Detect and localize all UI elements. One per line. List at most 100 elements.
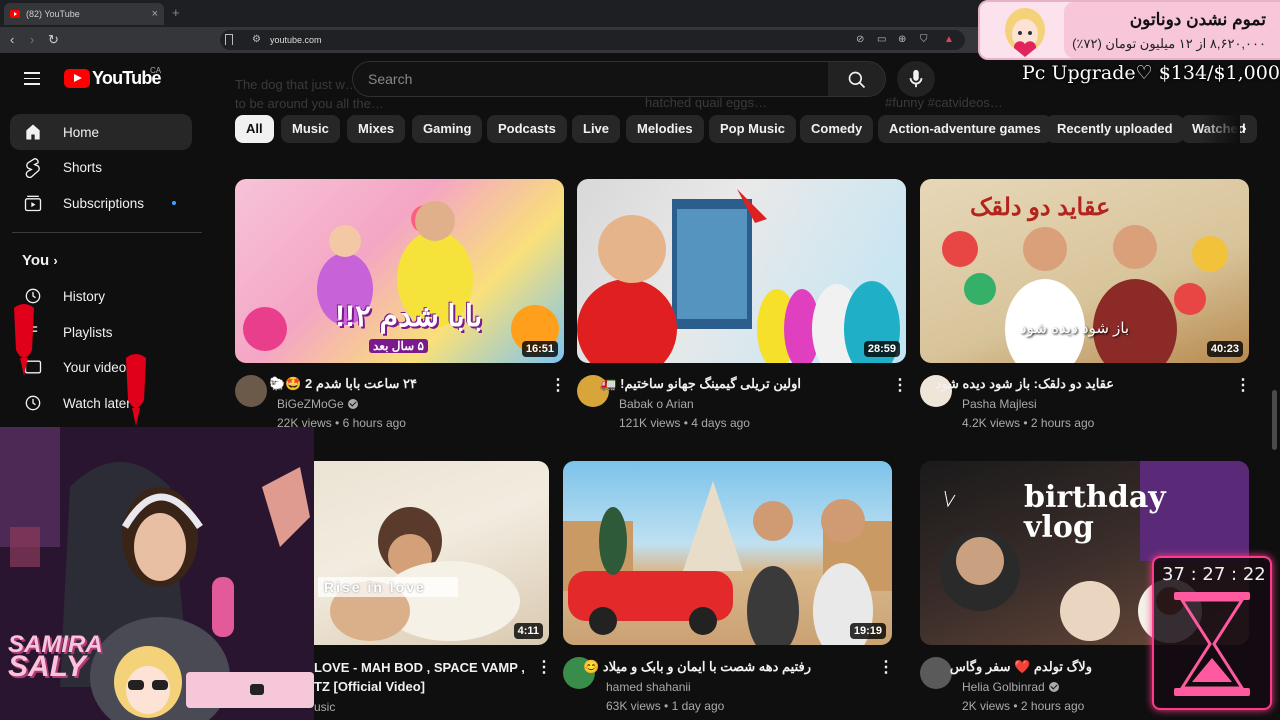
back-icon[interactable]: ‹: [10, 32, 14, 48]
video-title[interactable]: ۲۴ ساعت بابا شدم 2 🤩🐑: [269, 376, 417, 392]
video-title[interactable]: اولین تریلی گیمینگ جهانو ساختیم! 🚛: [600, 376, 801, 392]
shield-icon[interactable]: ⛉: [920, 34, 928, 45]
cast-icon[interactable]: ▭: [877, 34, 886, 45]
sidebar-item-label: Subscriptions: [63, 195, 145, 211]
video-duration: 4:11: [513, 623, 543, 639]
chip-live[interactable]: Live: [572, 115, 621, 143]
donation-title: تموم نشدن دوناتون: [1129, 10, 1266, 29]
webcam-panel: [186, 672, 314, 708]
sidebar-divider: [12, 232, 202, 233]
video-title[interactable]: LOVE - MAH BOD , SPACE VAMP ,: [314, 660, 525, 675]
video-meta: 63K views • 1 day ago: [606, 699, 725, 713]
chip-comedy[interactable]: Comedy: [800, 115, 874, 143]
sidebar-item-shorts[interactable]: Shorts: [10, 149, 192, 185]
channel-name[interactable]: Helia Golbinrad: [962, 680, 1059, 694]
thumbnail-text: عقاید دو دلقک: [970, 194, 1111, 221]
sidebar-item-subscriptions[interactable]: Subscriptions: [10, 185, 192, 221]
thumbnail-art: [577, 189, 900, 363]
bookmark-icon[interactable]: [225, 34, 233, 45]
donation-goal-overlay: تموم نشدن دوناتون ۸,۶۲۰,۰۰۰ از ۱۲ میلیون…: [978, 0, 1280, 60]
youtube-play-icon: [64, 69, 90, 88]
verified-icon: [347, 399, 358, 409]
youtube-favicon-icon: [10, 10, 20, 18]
hourglass-icon: [1174, 592, 1250, 696]
channel-avatar[interactable]: [920, 657, 952, 689]
video-meta: 2K views • 2 hours ago: [962, 699, 1085, 713]
video-meta: 4.2K views • 2 hours ago: [962, 416, 1095, 430]
thumbnail-subtext: ۵ سال بعد: [369, 339, 428, 353]
tab-close-button[interactable]: ×: [152, 8, 158, 20]
chip-action-adventure[interactable]: Action-adventure games: [878, 115, 1052, 143]
watch-later-icon: [21, 391, 45, 415]
thumbnail-text: birthday vlog: [1024, 480, 1166, 545]
chip-gaming[interactable]: Gaming: [412, 115, 483, 143]
streamer-avatar-icon: [114, 646, 182, 718]
address-url[interactable]: youtube.com: [270, 35, 322, 45]
more-options-icon[interactable]: ⋮: [892, 376, 908, 396]
pc-upgrade-goal: Pc Upgrade♡ $134/$1,000: [1022, 62, 1280, 84]
microphone-icon: [909, 69, 923, 88]
video-thumbnail[interactable]: 19:19: [563, 461, 892, 645]
eye-off-icon[interactable]: ⊘: [856, 34, 864, 45]
ghost-title-c: hatched quail eggs…: [645, 95, 768, 110]
forward-icon[interactable]: ›: [30, 32, 34, 48]
channel-name[interactable]: Babak o Arian: [619, 397, 694, 411]
verified-icon: [1048, 682, 1059, 692]
region-code: CA: [150, 66, 162, 75]
site-info-icon[interactable]: ⚙: [252, 34, 261, 45]
browser-tab[interactable]: (82) YouTube ×: [4, 3, 164, 25]
video-thumbnail[interactable]: بابا شدم ۲!! ۵ سال بعد 16:51: [235, 179, 564, 363]
channel-name[interactable]: BiGeZMoGe: [277, 397, 358, 411]
sidebar-item-label: Home: [63, 124, 100, 140]
reload-icon[interactable]: ↻: [48, 32, 59, 48]
channel-avatar[interactable]: [235, 375, 267, 407]
sidebar-item-watch-later[interactable]: Watch later: [10, 385, 192, 421]
zoom-icon[interactable]: ⊕: [898, 34, 906, 45]
subscriptions-icon: [21, 191, 45, 215]
page-scrollbar[interactable]: [1272, 390, 1277, 450]
youtube-logo[interactable]: YouTube CA: [64, 66, 162, 89]
channel-name[interactable]: usic: [314, 700, 335, 714]
chip-all[interactable]: All: [235, 115, 274, 143]
video-title[interactable]: ولاگ تولدم ❤️ سفر وگاس: [950, 659, 1092, 675]
more-options-icon[interactable]: ⋮: [536, 658, 552, 678]
chevron-right-icon[interactable]: ›: [1232, 115, 1256, 143]
channel-name[interactable]: hamed shahanii: [606, 680, 691, 694]
shorts-icon: [21, 155, 45, 179]
channel-name[interactable]: Pasha Majlesi: [962, 397, 1037, 411]
menu-icon[interactable]: [24, 72, 40, 85]
video-duration: 28:59: [863, 341, 900, 357]
voice-search-button[interactable]: [897, 61, 935, 97]
video-duration: 19:19: [849, 623, 886, 639]
search-input[interactable]: Search: [352, 61, 829, 97]
sidebar-item-home[interactable]: Home: [10, 114, 192, 150]
youtube-small-icon: [250, 684, 264, 695]
sidebar-item-label: Shorts: [63, 159, 103, 175]
thumbnail-subtext: باز شود دیده شود: [1020, 320, 1130, 337]
video-thumbnail[interactable]: عقاید دو دلقک باز شود دیده شود 40:23: [920, 179, 1249, 363]
more-options-icon[interactable]: ⋮: [878, 658, 894, 678]
video-title[interactable]: رفتیم دهه شصت با ایمان و بابک و میلاد 😊: [583, 659, 811, 675]
more-options-icon[interactable]: ⋮: [1235, 376, 1251, 396]
new-tab-button[interactable]: +: [172, 5, 180, 20]
video-title[interactable]: عقاید دو دلقک: باز شود دیده شود: [936, 376, 1114, 392]
red-marker-overlay-icon: [126, 354, 146, 426]
red-marker-overlay-icon: [14, 304, 34, 376]
chip-music[interactable]: Music: [281, 115, 340, 143]
chip-mixes[interactable]: Mixes: [347, 115, 406, 143]
sidebar-you-header[interactable]: You ›: [22, 252, 58, 269]
chip-pop-music[interactable]: Pop Music: [709, 115, 797, 143]
video-thumbnail[interactable]: 28:59: [577, 179, 906, 363]
address-bar[interactable]: ⚙ youtube.com ⊘ ▭ ⊕ ⛉ ▲: [220, 30, 965, 50]
chip-recently-uploaded[interactable]: Recently uploaded: [1046, 115, 1184, 143]
chip-podcasts[interactable]: Podcasts: [487, 115, 567, 143]
timer-overlay: 37 : 27 : 22: [1152, 556, 1272, 710]
timer-text: 37 : 27 : 22: [1162, 564, 1266, 585]
video-title-line2[interactable]: TZ [Official Video]: [314, 679, 425, 694]
more-options-icon[interactable]: ⋮: [550, 376, 566, 396]
chip-melodies[interactable]: Melodies: [626, 115, 704, 143]
search-button[interactable]: [828, 61, 886, 97]
extension-icon[interactable]: ▲: [944, 34, 954, 45]
thumbnail-art: [563, 481, 892, 645]
tab-title: (82) YouTube: [26, 9, 80, 19]
